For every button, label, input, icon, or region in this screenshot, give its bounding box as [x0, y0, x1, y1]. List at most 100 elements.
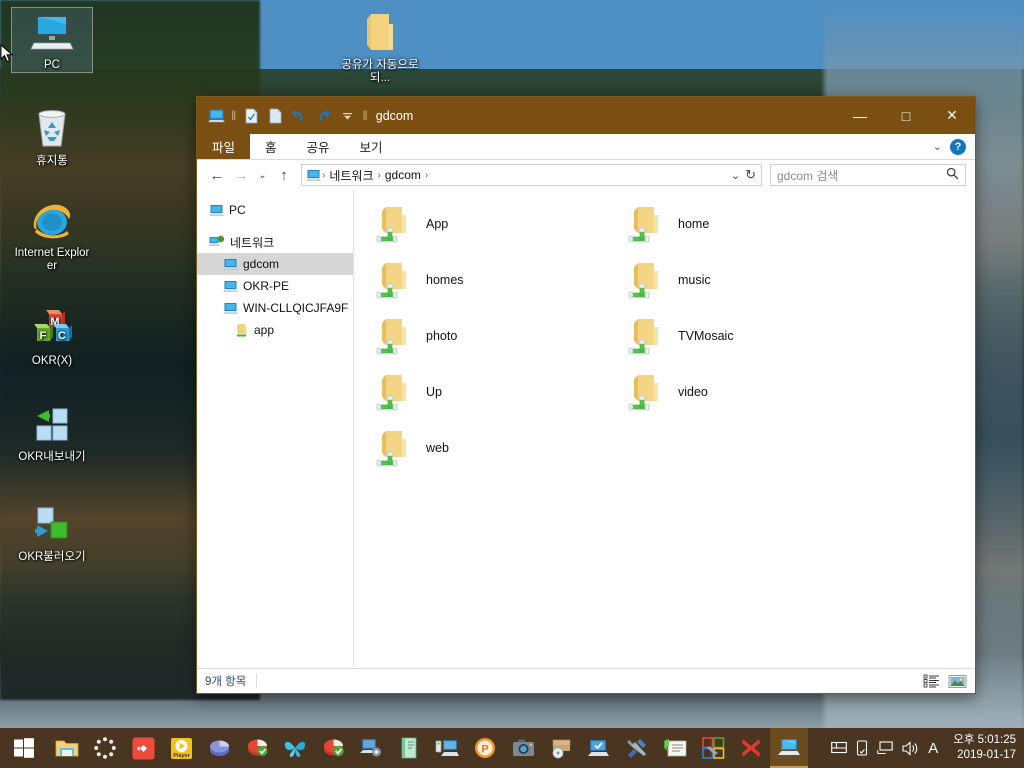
file-item[interactable]: web — [362, 420, 614, 476]
shared-folder-icon — [376, 316, 414, 356]
qat-properties-icon[interactable] — [240, 105, 262, 127]
qat-new-folder-icon[interactable] — [264, 105, 286, 127]
ribbon-right-controls[interactable]: ⌄ ? — [933, 134, 975, 159]
okr-cubes-icon: M F C — [12, 304, 92, 352]
sidebar-item-gdcom[interactable]: gdcom — [197, 253, 353, 275]
taskbar-tools[interactable] — [618, 728, 656, 768]
desktop-icon-okr-x[interactable]: M F C OKR(X) — [12, 304, 92, 368]
tray-ime-icon[interactable]: A — [928, 740, 938, 757]
status-divider — [256, 674, 258, 688]
sidebar-item-okr-pe[interactable]: OKR-PE — [197, 275, 353, 297]
taskbar-butterfly[interactable] — [276, 728, 314, 768]
quick-access-toolbar[interactable]: ‖ ‖ — [205, 105, 370, 127]
desktop-icon-shared-folder[interactable]: 공유가 자동으로 되... — [340, 8, 420, 85]
navigation-pane[interactable]: PC 네트워크 gdcom OKR-PE WIN-CLLQICJFA9F app — [197, 190, 354, 668]
desktop-icon-label: Internet Explorer — [14, 247, 90, 272]
file-list-pane[interactable]: App home homes music photo TVMosaic Up v… — [354, 190, 975, 668]
qat-redo-icon[interactable] — [312, 105, 334, 127]
address-bar-controls[interactable]: ⌄ ↻ — [731, 167, 759, 183]
refresh-icon[interactable]: ↻ — [745, 167, 756, 183]
breadcrumb-gdcom[interactable]: gdcom — [382, 168, 424, 182]
taskbar-orange-p[interactable]: P — [466, 728, 504, 768]
taskbar-app-circle[interactable] — [86, 728, 124, 768]
breadcrumb-network[interactable]: 네트워크 — [326, 167, 376, 184]
qat-undo-icon[interactable] — [288, 105, 310, 127]
qat-customize-icon[interactable] — [336, 105, 358, 127]
sidebar-item-win-cllqicjfa9f[interactable]: WIN-CLLQICJFA9F — [197, 297, 353, 319]
close-button[interactable]: ✕ — [929, 97, 975, 134]
file-item[interactable]: Up — [362, 364, 614, 420]
taskbar-explorer-window[interactable] — [770, 728, 808, 768]
file-explorer-window[interactable]: ‖ ‖ gdcom — □ ✕ 파일 홈 공유 보기 ⌄ ? ← → ⌄ ↑ ›… — [196, 96, 976, 694]
taskbar-windows-squares[interactable] — [694, 728, 732, 768]
help-icon[interactable]: ? — [950, 138, 966, 155]
maximize-button[interactable]: □ — [883, 97, 929, 134]
search-icon[interactable] — [946, 167, 959, 183]
taskbar-partition-red[interactable] — [238, 728, 276, 768]
search-input[interactable]: gdcom 검색 — [770, 164, 966, 186]
taskbar-disk-green[interactable] — [314, 728, 352, 768]
taskbar-pc-check[interactable] — [580, 728, 618, 768]
tab-file[interactable]: 파일 — [197, 134, 251, 159]
taskbar-cd-box[interactable] — [542, 728, 580, 768]
desktop-icon-okr-import[interactable]: OKR불러오기 — [12, 500, 92, 564]
back-button[interactable]: ← — [206, 164, 228, 186]
tray-usb-icon[interactable] — [856, 740, 868, 756]
taskbar-red-x[interactable] — [732, 728, 770, 768]
tray-network-icon[interactable] — [877, 741, 893, 755]
tab-share[interactable]: 공유 — [292, 134, 345, 159]
sidebar-item-app[interactable]: app — [197, 319, 353, 341]
taskbar-notes[interactable] — [656, 728, 694, 768]
up-button[interactable]: ↑ — [273, 164, 295, 186]
tab-view[interactable]: 보기 — [345, 134, 398, 159]
minimize-button[interactable]: — — [837, 97, 883, 134]
tray-display-icon[interactable] — [831, 741, 848, 755]
start-button[interactable] — [0, 728, 48, 768]
taskbar-disk-blue[interactable] — [200, 728, 238, 768]
taskbar-file-explorer-pinned[interactable] — [48, 728, 86, 768]
sidebar-item-pc[interactable]: PC — [197, 199, 353, 221]
window-controls[interactable]: — □ ✕ — [837, 97, 975, 134]
forward-button[interactable]: → — [230, 164, 252, 186]
taskbar[interactable]: Player P A 오후 5:01:25 2019-01-17 — [0, 728, 1024, 768]
file-item[interactable]: TVMosaic — [614, 308, 866, 364]
address-bar[interactable]: › 네트워크 › gdcom › ⌄ ↻ — [301, 164, 762, 186]
taskbar-green-book[interactable] — [390, 728, 428, 768]
sidebar-item-label: WIN-CLLQICJFA9F — [243, 301, 349, 315]
sidebar-item-network[interactable]: 네트워크 — [197, 231, 353, 253]
desktop[interactable]: PC 휴지통 Internet Explorer M F C OKR(X) OK… — [0, 0, 1024, 768]
recent-locations-button[interactable]: ⌄ — [254, 164, 271, 186]
svg-text:F: F — [40, 330, 47, 342]
large-icons-view-icon[interactable] — [947, 672, 967, 690]
tab-home[interactable]: 홈 — [250, 134, 292, 159]
taskbar-remote-pc[interactable] — [428, 728, 466, 768]
window-titlebar[interactable]: ‖ ‖ gdcom — □ ✕ — [197, 97, 975, 134]
taskbar-settings-pc[interactable] — [352, 728, 390, 768]
file-item[interactable]: video — [614, 364, 866, 420]
file-item[interactable]: homes — [362, 252, 614, 308]
sidebar-item-label: OKR-PE — [243, 279, 290, 293]
system-tray[interactable]: A 오후 5:01:25 2019-01-17 — [831, 733, 1024, 763]
computer-icon — [223, 280, 238, 293]
desktop-icon-okr-export[interactable]: OKR내보내기 — [12, 400, 92, 464]
ribbon-tabs[interactable]: 파일 홈 공유 보기 ⌄ ? — [197, 134, 975, 160]
file-item[interactable]: music — [614, 252, 866, 308]
file-item[interactable]: home — [614, 196, 866, 252]
taskbar-app-red[interactable] — [124, 728, 162, 768]
file-item[interactable]: photo — [362, 308, 614, 364]
view-mode-buttons[interactable] — [921, 672, 967, 690]
navigation-bar[interactable]: ← → ⌄ ↑ › 네트워크 › gdcom › ⌄ ↻ gdcom 검색 — [197, 160, 975, 190]
taskbar-clock[interactable]: 오후 5:01:25 2019-01-17 — [947, 733, 1016, 763]
taskbar-player[interactable]: Player — [162, 728, 200, 768]
breadcrumb-separator-3[interactable]: › — [424, 170, 429, 181]
history-dropdown-icon[interactable]: ⌄ — [731, 169, 740, 182]
desktop-icon-recycle-bin[interactable]: 휴지통 — [12, 104, 92, 168]
chevron-down-icon[interactable]: ⌄ — [933, 140, 942, 153]
desktop-icon-pc[interactable]: PC — [11, 7, 93, 73]
qat-pc-icon[interactable] — [205, 105, 227, 127]
desktop-icon-internet-explorer[interactable]: Internet Explorer — [12, 196, 92, 273]
file-item[interactable]: App — [362, 196, 614, 252]
tray-volume-icon[interactable] — [902, 740, 919, 756]
details-view-icon[interactable] — [921, 672, 941, 690]
taskbar-camera[interactable] — [504, 728, 542, 768]
